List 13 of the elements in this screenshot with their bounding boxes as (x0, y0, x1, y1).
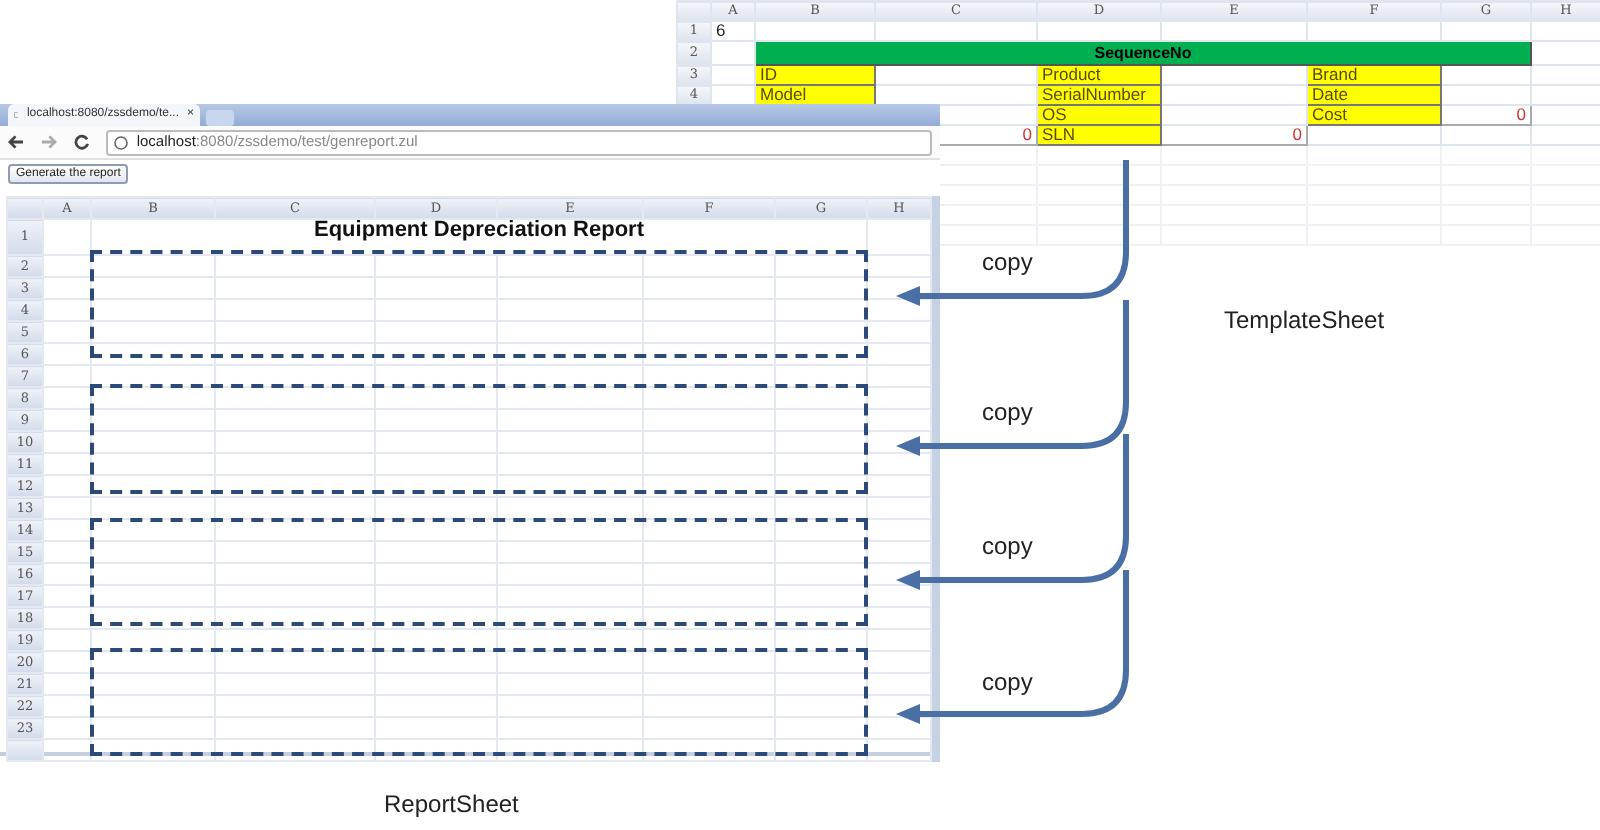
banner-cell: SequenceNo (755, 41, 1531, 65)
globe-icon (114, 135, 129, 149)
caption-text: TemplateSheet (1224, 308, 1385, 332)
copy-label: copy (982, 670, 1033, 694)
sheet-cell: 6 (711, 21, 755, 41)
copy-label: copy (982, 250, 1033, 274)
caption-text: ReportSheet (384, 792, 519, 816)
copy-label: copy (982, 400, 1033, 424)
copy-label: copy (982, 534, 1033, 558)
reload-icon[interactable] (73, 134, 91, 150)
sheet-cell: 0 (1441, 105, 1531, 125)
sheet-cell: 0 (1161, 125, 1307, 145)
back-icon[interactable] (8, 134, 25, 150)
